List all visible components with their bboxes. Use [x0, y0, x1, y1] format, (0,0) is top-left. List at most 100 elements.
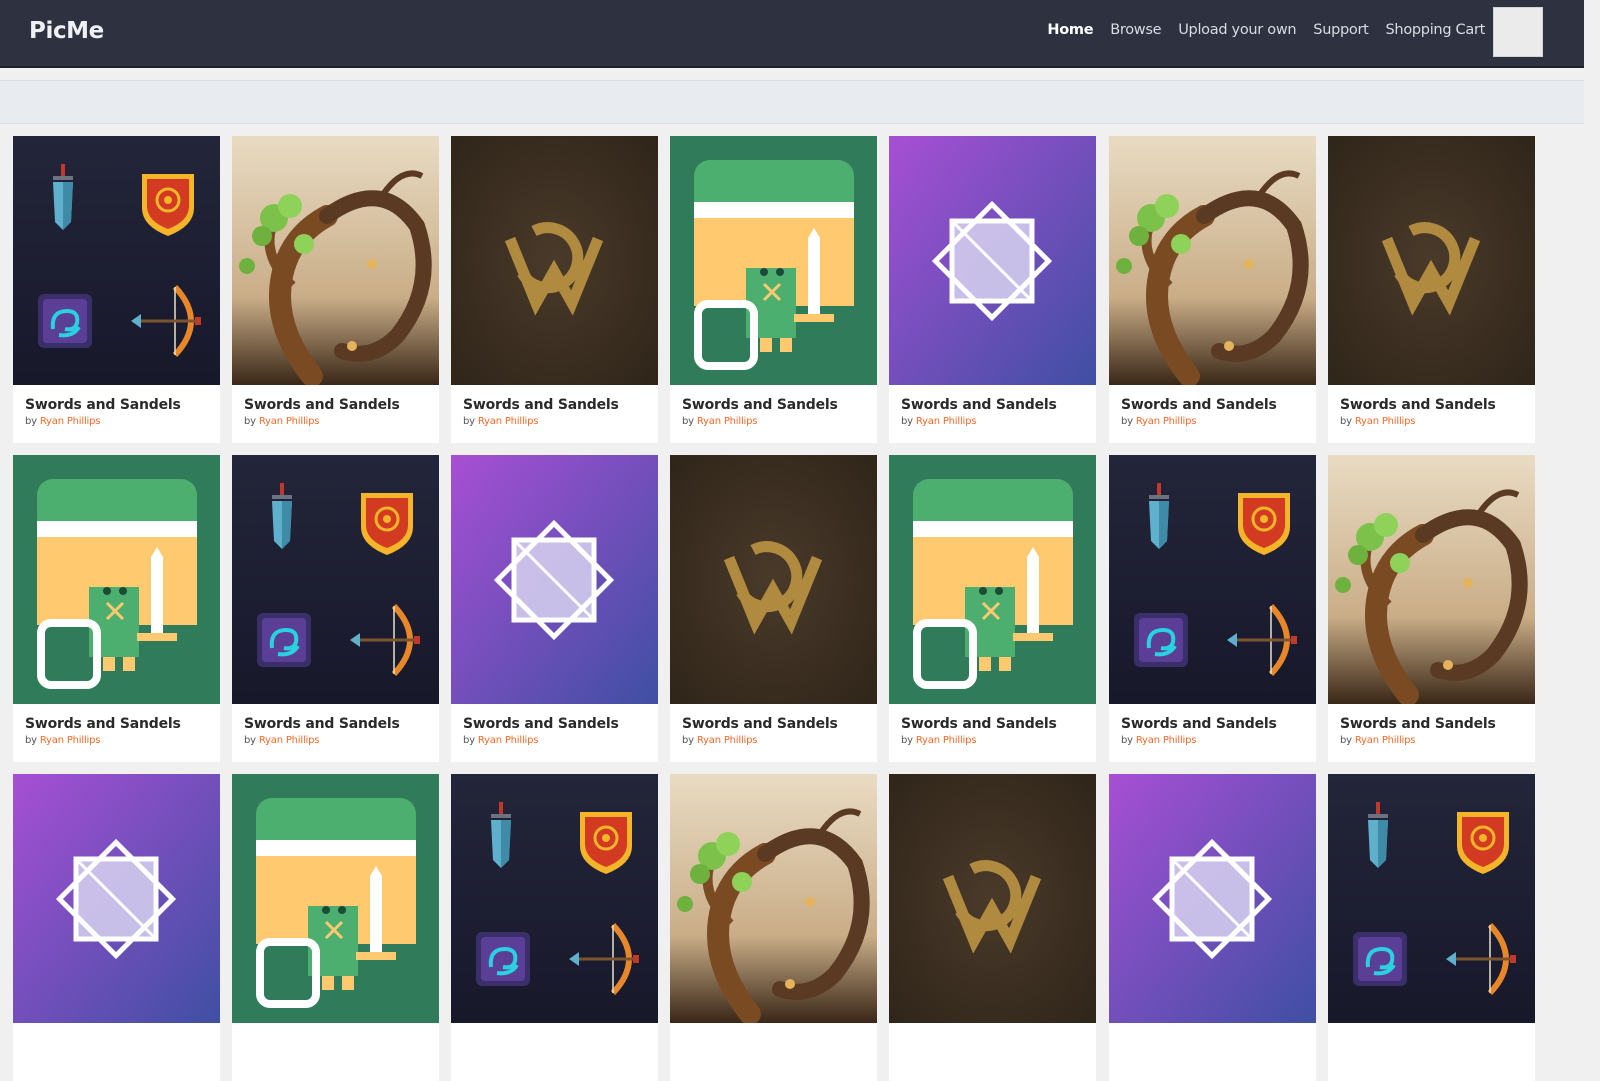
card-title[interactable]: Swords and Sandels: [463, 716, 619, 732]
byline-prefix: by: [901, 416, 913, 427]
card-image[interactable]: [1109, 455, 1316, 704]
card-image[interactable]: [889, 455, 1096, 704]
card-title[interactable]: Swords and Sandels: [1121, 397, 1277, 413]
image-card[interactable]: [1328, 774, 1535, 1081]
byline-prefix: by: [1340, 416, 1352, 427]
card-title[interactable]: Swords and Sandels: [682, 716, 838, 732]
card-image[interactable]: [1109, 774, 1316, 1023]
image-card[interactable]: Swords and Sandels by Ryan Phillips: [1328, 455, 1535, 762]
card-image[interactable]: [1109, 136, 1316, 385]
image-card[interactable]: [13, 774, 220, 1081]
scrollbar[interactable]: [1584, 0, 1600, 1014]
card-byline: by Ryan Phillips: [682, 416, 757, 427]
card-byline: by Ryan Phillips: [1121, 735, 1196, 746]
image-card[interactable]: [232, 774, 439, 1081]
byline-prefix: by: [25, 416, 37, 427]
card-image[interactable]: [451, 136, 658, 385]
byline-prefix: by: [25, 735, 37, 746]
card-title[interactable]: Swords and Sandels: [1340, 716, 1496, 732]
card-image[interactable]: [670, 774, 877, 1023]
author-link[interactable]: Ryan Phillips: [478, 416, 539, 427]
top-navbar: PicMe Home Browse Upload your own Suppor…: [0, 0, 1600, 68]
card-image[interactable]: [232, 136, 439, 385]
nav-browse[interactable]: Browse: [1110, 22, 1161, 38]
card-title[interactable]: Swords and Sandels: [463, 397, 619, 413]
image-card[interactable]: Swords and Sandels by Ryan Phillips: [1109, 455, 1316, 762]
author-link[interactable]: Ryan Phillips: [916, 735, 977, 746]
author-link[interactable]: Ryan Phillips: [1355, 416, 1416, 427]
author-link[interactable]: Ryan Phillips: [40, 416, 101, 427]
nav-shopping-cart[interactable]: Shopping Cart: [1386, 22, 1486, 38]
card-image[interactable]: [1328, 455, 1535, 704]
author-link[interactable]: Ryan Phillips: [697, 735, 758, 746]
byline-prefix: by: [1340, 735, 1352, 746]
image-card[interactable]: Swords and Sandels by Ryan Phillips: [232, 136, 439, 443]
author-link[interactable]: Ryan Phillips: [916, 416, 977, 427]
card-byline: by Ryan Phillips: [463, 735, 538, 746]
author-link[interactable]: Ryan Phillips: [1136, 416, 1197, 427]
author-link[interactable]: Ryan Phillips: [1136, 735, 1197, 746]
card-image[interactable]: [13, 455, 220, 704]
card-image[interactable]: [1328, 136, 1535, 385]
byline-prefix: by: [244, 416, 256, 427]
card-image[interactable]: [670, 136, 877, 385]
card-title[interactable]: Swords and Sandels: [1340, 397, 1496, 413]
card-title[interactable]: Swords and Sandels: [1121, 716, 1277, 732]
image-card[interactable]: Swords and Sandels by Ryan Phillips: [451, 136, 658, 443]
byline-prefix: by: [901, 735, 913, 746]
card-image[interactable]: [889, 136, 1096, 385]
nav-support[interactable]: Support: [1313, 22, 1369, 38]
card-image[interactable]: [13, 136, 220, 385]
image-card[interactable]: Swords and Sandels by Ryan Phillips: [451, 455, 658, 762]
nav-home[interactable]: Home: [1047, 22, 1093, 38]
author-link[interactable]: Ryan Phillips: [697, 416, 758, 427]
card-byline: by Ryan Phillips: [901, 416, 976, 427]
card-title[interactable]: Swords and Sandels: [25, 397, 181, 413]
card-image[interactable]: [13, 774, 220, 1023]
nav-upload[interactable]: Upload your own: [1178, 22, 1296, 38]
image-card[interactable]: Swords and Sandels by Ryan Phillips: [1328, 136, 1535, 443]
brand-logo[interactable]: PicMe: [29, 18, 104, 44]
card-byline: by Ryan Phillips: [244, 735, 319, 746]
author-link[interactable]: Ryan Phillips: [259, 735, 320, 746]
card-byline: by Ryan Phillips: [25, 735, 100, 746]
card-title[interactable]: Swords and Sandels: [25, 716, 181, 732]
byline-prefix: by: [682, 416, 694, 427]
avatar[interactable]: [1493, 7, 1543, 57]
card-title[interactable]: Swords and Sandels: [901, 716, 1057, 732]
card-title[interactable]: Swords and Sandels: [682, 397, 838, 413]
image-card[interactable]: Swords and Sandels by Ryan Phillips: [670, 455, 877, 762]
image-card[interactable]: Swords and Sandels by Ryan Phillips: [232, 455, 439, 762]
card-byline: by Ryan Phillips: [1121, 416, 1196, 427]
card-byline: by Ryan Phillips: [25, 416, 100, 427]
author-link[interactable]: Ryan Phillips: [478, 735, 539, 746]
image-card[interactable]: [670, 774, 877, 1081]
image-card[interactable]: Swords and Sandels by Ryan Phillips: [670, 136, 877, 443]
card-title[interactable]: Swords and Sandels: [244, 716, 400, 732]
card-byline: by Ryan Phillips: [1340, 416, 1415, 427]
card-byline: by Ryan Phillips: [901, 735, 976, 746]
card-image[interactable]: [451, 774, 658, 1023]
author-link[interactable]: Ryan Phillips: [259, 416, 320, 427]
card-image[interactable]: [670, 455, 877, 704]
card-image[interactable]: [1328, 774, 1535, 1023]
card-image[interactable]: [232, 455, 439, 704]
image-card[interactable]: Swords and Sandels by Ryan Phillips: [889, 136, 1096, 443]
image-card[interactable]: Swords and Sandels by Ryan Phillips: [1109, 136, 1316, 443]
image-card[interactable]: [889, 774, 1096, 1081]
image-card[interactable]: Swords and Sandels by Ryan Phillips: [13, 136, 220, 443]
author-link[interactable]: Ryan Phillips: [40, 735, 101, 746]
card-title[interactable]: Swords and Sandels: [901, 397, 1057, 413]
card-image[interactable]: [451, 455, 658, 704]
card-image[interactable]: [889, 774, 1096, 1023]
byline-prefix: by: [463, 735, 475, 746]
image-card[interactable]: [1109, 774, 1316, 1081]
card-byline: by Ryan Phillips: [244, 416, 319, 427]
byline-prefix: by: [1121, 416, 1133, 427]
card-title[interactable]: Swords and Sandels: [244, 397, 400, 413]
author-link[interactable]: Ryan Phillips: [1355, 735, 1416, 746]
image-card[interactable]: [451, 774, 658, 1081]
image-card[interactable]: Swords and Sandels by Ryan Phillips: [13, 455, 220, 762]
card-image[interactable]: [232, 774, 439, 1023]
image-card[interactable]: Swords and Sandels by Ryan Phillips: [889, 455, 1096, 762]
